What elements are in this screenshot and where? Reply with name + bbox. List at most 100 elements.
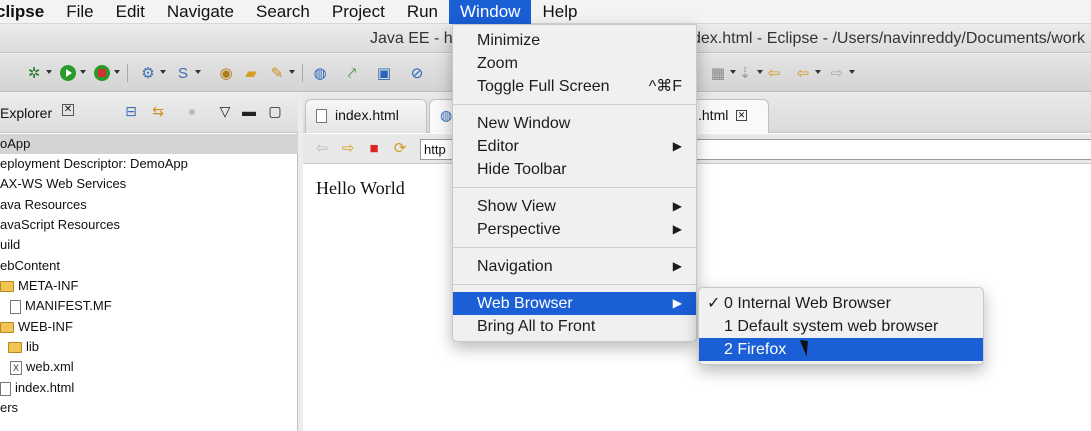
tree-item-label: MANIFEST.MF	[25, 298, 112, 313]
menu-item-label: Navigation	[477, 258, 553, 275]
tree-item-label: web.xml	[26, 359, 74, 374]
tree-item-label: eployment Descriptor: DemoApp	[0, 156, 188, 171]
menu-item-label: Perspective	[477, 221, 561, 238]
tree-item-label: ebContent	[0, 258, 60, 273]
menu-project[interactable]: Project	[321, 0, 396, 24]
menu-file[interactable]: File	[55, 0, 104, 24]
tree-item[interactable]: index.html	[0, 378, 298, 398]
menu-item-toggle-full-screen[interactable]: Toggle Full Screen ^⌘F	[453, 75, 696, 98]
menu-item-perspective[interactable]: Perspective ▶	[453, 218, 696, 241]
submenu-item-internal-browser[interactable]: ✓ 0 Internal Web Browser	[699, 292, 983, 315]
tree-item[interactable]: ava Resources	[0, 195, 298, 215]
menu-item-label: Editor	[477, 138, 519, 155]
tree-item[interactable]: uild	[0, 235, 298, 255]
tree-item[interactable]: ebContent	[0, 256, 298, 276]
back-icon[interactable]: ⇦	[793, 63, 821, 83]
back-icon[interactable]: ⇦	[313, 140, 331, 158]
open-type-icon[interactable]: ◉	[216, 63, 236, 83]
stop-icon[interactable]: ■	[365, 140, 383, 158]
editor-tabs: index.html ◍ .html ✕	[303, 93, 1091, 133]
menu-edit[interactable]: Edit	[105, 0, 156, 24]
html-file-icon	[316, 109, 327, 124]
web-browser-submenu: ✓ 0 Internal Web Browser 1 Default system…	[698, 287, 984, 365]
menu-search[interactable]: Search	[245, 0, 321, 24]
tree-item-label: avaScript Resources	[0, 217, 120, 232]
menu-divider	[453, 187, 696, 188]
maximize-icon[interactable]: ▢	[266, 103, 284, 121]
submenu-arrow-icon: ▶	[672, 139, 682, 153]
menu-item-navigation[interactable]: Navigation ▶	[453, 255, 696, 278]
explorer-header: Explorer ✕ ⊟ ⇆ ● ▽ ▬ ▢	[0, 93, 298, 133]
globe-icon[interactable]: ◍	[310, 63, 330, 83]
menu-help[interactable]: Help	[531, 0, 588, 24]
tree-item[interactable]: lib	[0, 337, 298, 357]
menu-window[interactable]: Window	[449, 0, 532, 24]
folder-icon	[0, 281, 14, 293]
tree-item-label: AX-WS Web Services	[0, 176, 127, 191]
tree-item[interactable]: Xweb.xml	[0, 357, 298, 377]
menu-item-bring-all-to-front[interactable]: Bring All to Front	[453, 315, 696, 338]
tab-label: index.html	[335, 107, 399, 123]
browser-navbar: ⇦ ⇨ ■ ⟳ http	[303, 134, 1091, 164]
tree-item[interactable]: WEB-INF	[0, 317, 298, 337]
skip-breakpoints-icon[interactable]: ⊘	[407, 63, 427, 83]
tree-item[interactable]: ers	[0, 398, 298, 418]
close-icon[interactable]: ✕	[62, 104, 74, 116]
window-title-left: Java EE - ht	[370, 30, 458, 47]
submenu-arrow-icon: ▶	[672, 222, 682, 236]
run-icon[interactable]	[58, 63, 86, 83]
menubar: clipse File Edit Navigate Search Project…	[0, 0, 1091, 24]
window-menu: Minimize Zoom Toggle Full Screen ^⌘F New …	[452, 24, 697, 342]
view-menu-icon[interactable]: ▽	[216, 103, 234, 121]
close-icon[interactable]: ✕	[736, 110, 747, 121]
menu-item-hide-toolbar[interactable]: Hide Toolbar	[453, 158, 696, 181]
tree-item-label: META-INF	[18, 278, 79, 293]
new-server-icon[interactable]: ⚙	[138, 63, 166, 83]
menu-item-minimize[interactable]: Minimize	[453, 29, 696, 52]
menu-item-zoom[interactable]: Zoom	[453, 52, 696, 75]
refresh-icon[interactable]: ⟳	[391, 140, 409, 158]
tree-item[interactable]: oApp	[0, 134, 298, 154]
menu-item-label: New Window	[477, 115, 571, 132]
tab-index-html[interactable]: index.html	[305, 99, 427, 133]
console-icon[interactable]: ▣	[374, 63, 394, 83]
menu-item-show-view[interactable]: Show View ▶	[453, 195, 696, 218]
last-edit-icon[interactable]: ⇦	[764, 63, 784, 83]
filter-icon[interactable]: ●	[183, 103, 201, 121]
file-icon	[10, 299, 21, 314]
submenu-item-default-browser[interactable]: 1 Default system web browser	[699, 315, 983, 338]
refactor-icon[interactable]: ⤤	[342, 63, 362, 83]
pen-icon[interactable]: ✎	[267, 63, 295, 83]
menubar-app-name[interactable]: clipse	[0, 0, 55, 24]
tree-item[interactable]: META-INF	[0, 276, 298, 296]
menu-item-new-window[interactable]: New Window	[453, 112, 696, 135]
tree-item[interactable]: MANIFEST.MF	[0, 296, 298, 316]
forward-icon[interactable]: ⇨	[827, 63, 855, 83]
menu-item-label: Zoom	[477, 55, 518, 72]
new-class-icon[interactable]: S	[173, 63, 201, 83]
tree-item-label: ava Resources	[0, 197, 87, 212]
xml-file-icon: X	[10, 360, 22, 375]
run-server-icon[interactable]	[92, 63, 120, 83]
debug-icon[interactable]: ✲	[24, 63, 52, 83]
collapse-all-icon[interactable]: ⊟	[122, 103, 140, 121]
next-annotation-icon[interactable]: ⇣	[735, 63, 763, 83]
menu-run[interactable]: Run	[396, 0, 449, 24]
tree-item[interactable]: avaScript Resources	[0, 215, 298, 235]
open-folder-icon[interactable]: ▰	[241, 63, 261, 83]
tree-item-label: ers	[0, 400, 19, 415]
tree-item[interactable]: AX-WS Web Services	[0, 174, 298, 194]
submenu-item-firefox[interactable]: 2 Firefox	[699, 338, 983, 361]
submenu-item-label: 0 Internal Web Browser	[724, 295, 891, 312]
menu-item-web-browser[interactable]: Web Browser ▶	[453, 292, 696, 315]
menu-item-label: Hide Toolbar	[477, 161, 567, 178]
tree-item[interactable]: eployment Descriptor: DemoApp	[0, 154, 298, 174]
link-editor-icon[interactable]: ⇆	[149, 103, 167, 121]
forward-icon[interactable]: ⇨	[339, 140, 357, 158]
menu-item-editor[interactable]: Editor ▶	[453, 135, 696, 158]
menu-item-label: Bring All to Front	[477, 318, 596, 335]
menu-navigate[interactable]: Navigate	[156, 0, 245, 24]
project-explorer: Explorer ✕ ⊟ ⇆ ● ▽ ▬ ▢ oApp eployment De…	[0, 93, 298, 431]
minimize-icon[interactable]: ▬	[240, 103, 258, 121]
annotation-icon[interactable]: ▦	[708, 63, 736, 83]
